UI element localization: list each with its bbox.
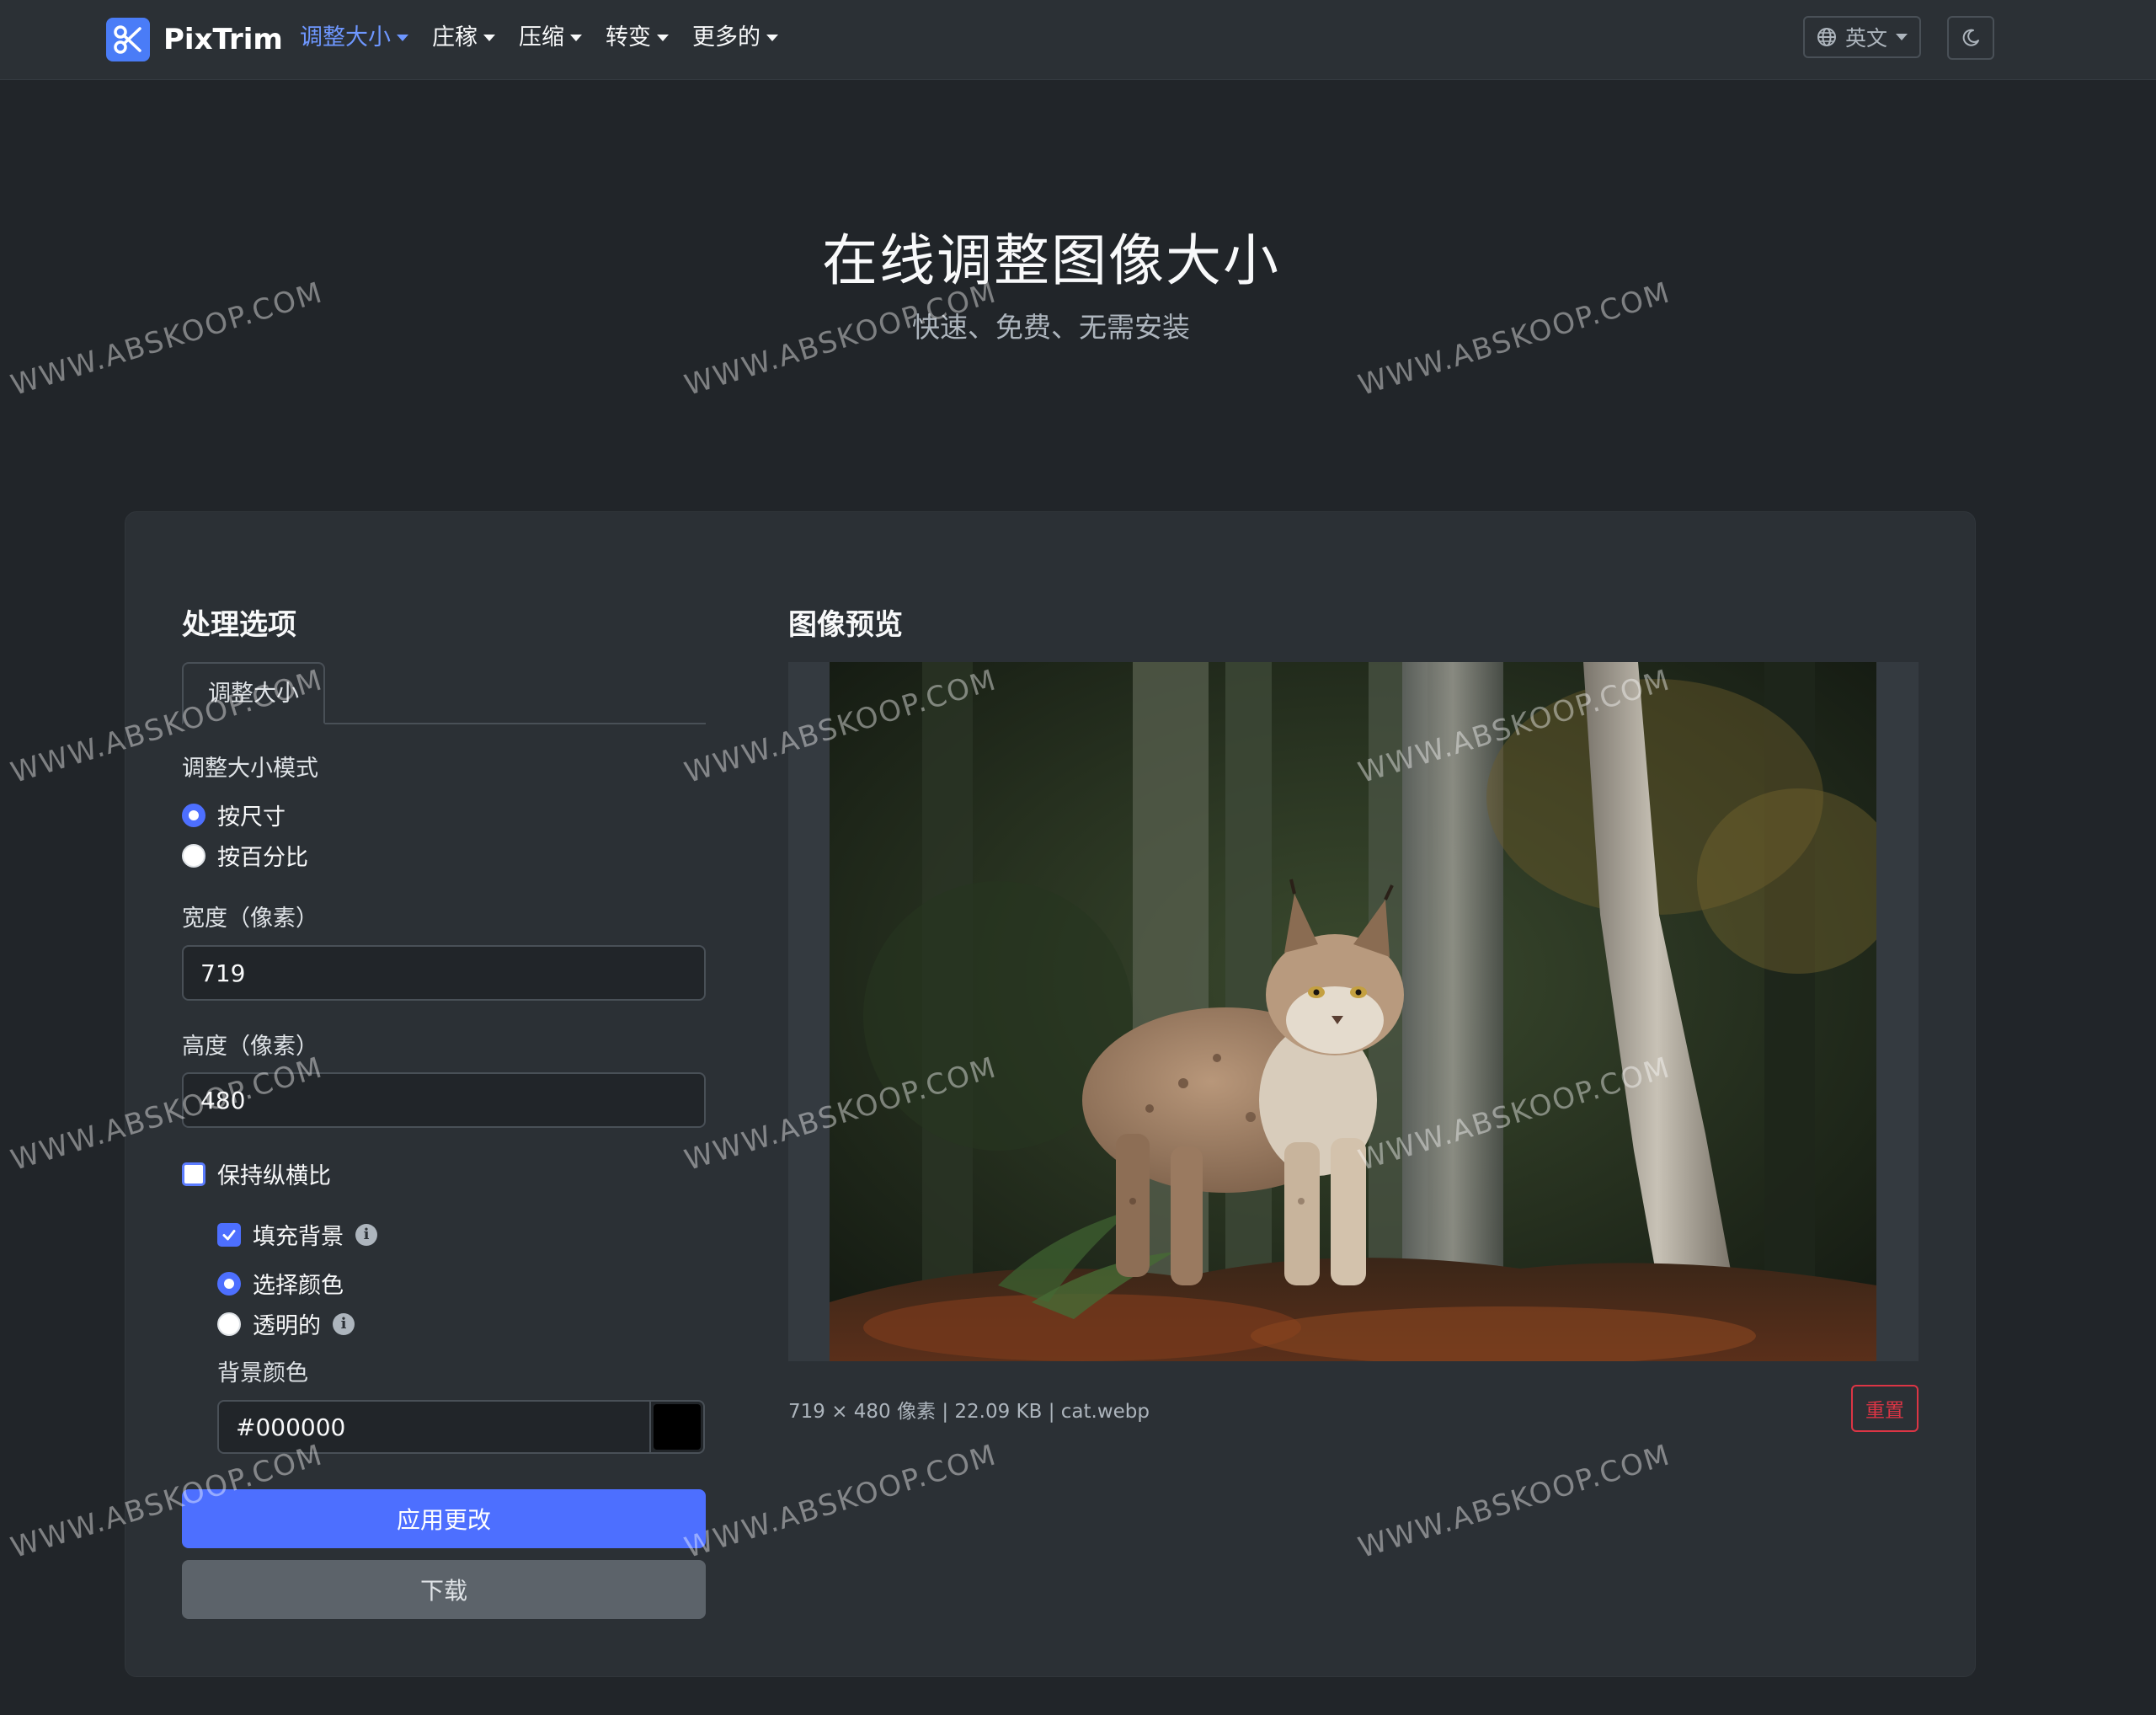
keep-ratio-label: 保持纵横比 [217,1163,331,1189]
caret-down-icon [766,35,778,41]
mode-by-size-label: 按尺寸 [217,804,286,831]
apply-changes-button[interactable]: 应用更改 [182,1489,706,1548]
nav-item-crop[interactable]: 庄稼 [432,19,495,57]
resize-mode-label: 调整大小模式 [182,756,318,782]
radio-unchecked[interactable] [182,843,205,868]
options-title: 处理选项 [182,608,296,642]
brand-name: PixTrim [163,23,283,56]
transparent-label: 透明的 [253,1313,321,1339]
caret-down-icon [657,35,669,41]
globe-icon [1817,28,1836,46]
caret-down-icon [1896,34,1908,40]
fill-background-option[interactable]: 填充背景 i [217,1218,377,1251]
background-color-input[interactable] [217,1400,651,1454]
theme-toggle-button[interactable] [1947,16,1994,60]
radio-checked[interactable] [182,803,205,827]
scissors-logo-icon [106,18,150,61]
moon-icon [1962,29,1979,46]
caret-down-icon [483,35,495,41]
lynx-photo [830,662,1876,1361]
preview-title: 图像预览 [788,608,903,642]
nav-item-label: 转变 [606,24,651,51]
download-button[interactable]: 下载 [182,1560,706,1619]
info-icon[interactable]: i [355,1223,377,1246]
transparent-option[interactable]: 透明的 i [217,1307,355,1340]
height-label: 高度（像素） [182,1034,318,1060]
nav-item-convert[interactable]: 转变 [606,19,669,57]
check-icon [222,1229,236,1240]
radio-unchecked[interactable] [217,1312,241,1336]
caret-down-icon [570,35,582,41]
main-menu: 调整大小 庄稼 压缩 转变 更多的 [300,19,802,57]
nav-item-label: 庄稼 [432,24,478,51]
image-info: 719 × 480 像素 | 22.09 KB | cat.webp [788,1401,1150,1423]
caret-down-icon [397,35,408,41]
color-picker-swatch[interactable] [649,1400,705,1454]
tab-resize[interactable]: 调整大小 [182,662,325,724]
radio-checked[interactable] [217,1271,241,1296]
nav-item-label: 压缩 [519,24,564,51]
page-title: 在线调整图像大小 [822,228,1280,293]
width-label: 宽度（像素） [182,906,318,932]
choose-color-label: 选择颜色 [253,1273,344,1299]
brand[interactable]: PixTrim [106,15,283,64]
language-dropdown[interactable]: 英文 [1803,16,1921,58]
reset-button[interactable]: 重置 [1851,1385,1919,1432]
color-swatch-fill [654,1404,701,1450]
navbar: PixTrim 调整大小 庄稼 压缩 转变 更多的 英文 [0,0,2156,80]
height-input[interactable] [182,1072,706,1128]
page-subtitle: 快速、免费、无需安装 [912,311,1190,344]
keep-ratio-option[interactable]: 保持纵横比 [182,1157,331,1190]
image-preview-frame [788,662,1919,1361]
choose-color-option[interactable]: 选择颜色 [217,1267,344,1300]
nav-item-label: 调整大小 [300,24,391,51]
info-icon[interactable]: i [333,1312,355,1335]
width-input[interactable] [182,945,706,1001]
mode-by-percent-label: 按百分比 [217,845,308,871]
fill-background-checkbox[interactable] [217,1222,241,1247]
options-tabs: 调整大小 [182,662,706,724]
keep-ratio-checkbox[interactable] [182,1162,205,1186]
nav-item-more[interactable]: 更多的 [692,19,778,57]
nav-item-label: 更多的 [692,24,760,51]
mode-by-percent-option[interactable]: 按百分比 [182,839,308,872]
background-color-label: 背景颜色 [217,1360,308,1386]
fill-background-label: 填充背景 [253,1224,344,1250]
nav-item-resize[interactable]: 调整大小 [300,19,408,57]
language-label: 英文 [1844,26,1887,51]
nav-item-compress[interactable]: 压缩 [519,19,582,57]
mode-by-size-option[interactable]: 按尺寸 [182,799,286,831]
